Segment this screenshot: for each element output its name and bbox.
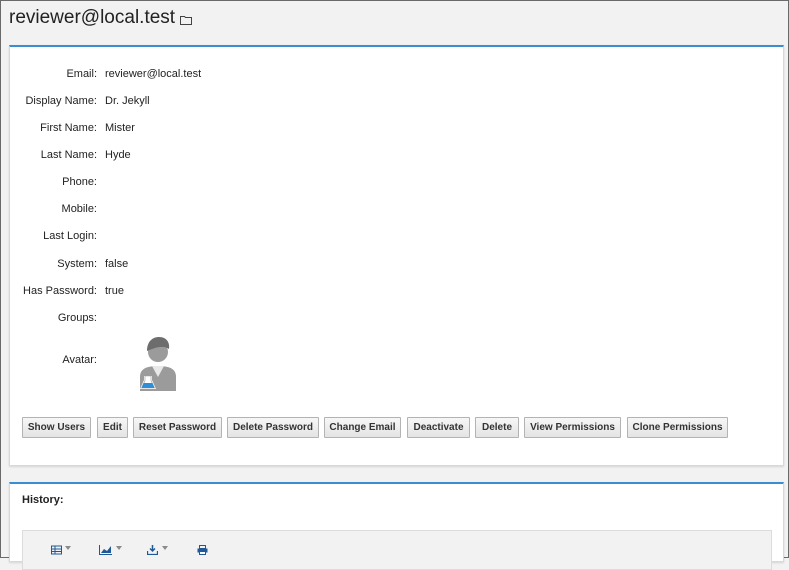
print-button[interactable] <box>197 542 209 555</box>
history-panel: History: <box>9 482 784 570</box>
user-details-panel: Email: reviewer@local.test Display Name:… <box>9 45 784 466</box>
delete-button[interactable]: Delete <box>475 417 519 438</box>
show-users-button[interactable]: Show Users <box>22 417 91 438</box>
chevron-down-icon <box>162 546 168 550</box>
edit-button[interactable]: Edit <box>97 417 128 438</box>
detail-label: Last Login: <box>43 230 97 242</box>
detail-row-has-password: Has Password: true <box>10 285 510 301</box>
page-title: reviewer@local.test <box>9 7 176 28</box>
delete-password-button[interactable]: Delete Password <box>227 417 319 438</box>
detail-row-phone: Phone: <box>10 176 510 192</box>
folder-icon[interactable] <box>180 15 192 25</box>
detail-label: Mobile: <box>61 203 97 215</box>
detail-label: Email: <box>66 68 97 80</box>
chevron-down-icon <box>65 546 71 550</box>
detail-value: Hyde <box>105 149 131 161</box>
chevron-down-icon <box>116 546 122 550</box>
detail-value: Dr. Jekyll <box>105 95 150 107</box>
grid-views-button[interactable] <box>51 542 73 555</box>
reset-password-button[interactable]: Reset Password <box>133 417 222 438</box>
export-button[interactable] <box>146 542 171 556</box>
view-permissions-button[interactable]: View Permissions <box>524 417 621 438</box>
avatar-icon <box>140 337 176 391</box>
detail-row-last-login: Last Login: <box>10 230 510 246</box>
detail-value: true <box>105 285 124 297</box>
export-icon <box>146 545 159 556</box>
detail-value: Mister <box>105 122 135 134</box>
change-email-button[interactable]: Change Email <box>324 417 401 438</box>
detail-row-groups: Groups: <box>10 312 510 328</box>
detail-label: Phone: <box>62 176 97 188</box>
grid-icon <box>51 545 62 555</box>
detail-value: reviewer@local.test <box>105 68 202 80</box>
detail-row-avatar: Avatar: <box>10 354 510 370</box>
detail-label: Display Name: <box>25 95 97 107</box>
detail-value: false <box>105 258 129 270</box>
detail-row-first-name: First Name: Mister <box>10 122 510 138</box>
chart-icon <box>99 545 112 555</box>
detail-label: System: <box>57 258 97 270</box>
history-title: History: <box>22 494 64 506</box>
print-icon <box>197 545 208 555</box>
detail-label: Avatar: <box>62 354 97 366</box>
clone-permissions-button[interactable]: Clone Permissions <box>627 417 728 438</box>
detail-label: Has Password: <box>23 285 97 297</box>
charts-button[interactable] <box>99 542 125 555</box>
detail-row-system: System: false <box>10 258 510 274</box>
detail-label: First Name: <box>40 122 97 134</box>
detail-row-mobile: Mobile: <box>10 203 510 219</box>
detail-row-display-name: Display Name: Dr. Jekyll <box>10 95 510 111</box>
detail-row-email: Email: reviewer@local.test <box>10 68 510 84</box>
page-header: reviewer@local.test <box>1 1 788 37</box>
detail-label: Last Name: <box>40 149 97 161</box>
grid-toolbar <box>22 530 772 570</box>
detail-row-last-name: Last Name: Hyde <box>10 149 510 165</box>
deactivate-button[interactable]: Deactivate <box>407 417 470 438</box>
detail-label: Groups: <box>57 312 97 324</box>
